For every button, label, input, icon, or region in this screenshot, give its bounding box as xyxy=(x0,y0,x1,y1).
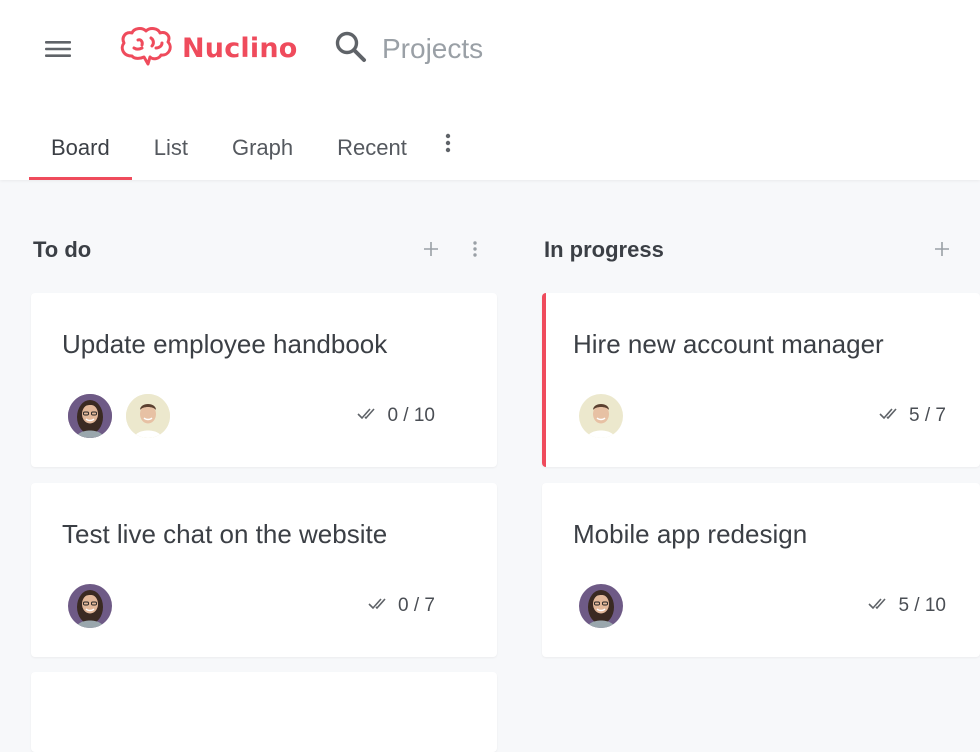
card-assignees xyxy=(579,584,623,628)
board-card[interactable]: Update employee handbook 0 / 10 xyxy=(31,293,497,467)
card-title: Mobile app redesign xyxy=(573,519,808,549)
column-header-todo: To do xyxy=(33,232,91,268)
card-assignees xyxy=(68,394,170,438)
card-title: Update employee handbook xyxy=(62,329,388,359)
progress-count: 0 / 10 xyxy=(387,405,435,426)
app-logo[interactable]: Nuclino xyxy=(118,26,298,70)
column-options-icon[interactable] xyxy=(463,237,487,261)
hamburger-menu-icon[interactable] xyxy=(40,34,76,64)
column-title: In progress xyxy=(544,237,664,262)
task-progress: 5 / 7 xyxy=(879,405,946,427)
app-name: Nuclino xyxy=(182,32,298,64)
card-title: Test live chat on the website xyxy=(62,519,388,549)
tab-label: Graph xyxy=(231,135,294,160)
board-card[interactable] xyxy=(31,672,497,752)
man-avatar[interactable] xyxy=(579,394,623,438)
workspace-name: Projects xyxy=(382,33,484,64)
woman-avatar[interactable] xyxy=(579,584,623,628)
tab-label: List xyxy=(153,135,188,160)
task-progress: 0 / 10 xyxy=(357,405,435,427)
tab-recent[interactable]: Recent xyxy=(315,116,429,180)
card-assignees xyxy=(579,394,623,438)
brain-icon xyxy=(118,26,174,71)
more-tabs-icon[interactable] xyxy=(433,116,463,170)
tab-list[interactable]: List xyxy=(132,116,210,180)
view-tabs: Board List Graph Recent xyxy=(29,116,463,180)
column-header-in-progress: In progress xyxy=(544,232,664,268)
top-bar: Nuclino Projects Board List Graph Recent xyxy=(0,0,980,180)
tab-label: Recent xyxy=(337,135,407,160)
progress-count: 0 / 7 xyxy=(398,595,435,616)
board-card[interactable]: Mobile app redesign 5 / 10 xyxy=(542,483,980,657)
tab-graph[interactable]: Graph xyxy=(210,116,315,180)
card-assignees xyxy=(68,584,112,628)
add-card-plus-icon[interactable] xyxy=(930,237,954,261)
woman-avatar[interactable] xyxy=(68,394,112,438)
board-card[interactable]: Hire new account manager 5 / 7 xyxy=(542,293,980,467)
task-progress: 5 / 10 xyxy=(868,595,946,617)
add-card-plus-icon[interactable] xyxy=(419,237,443,261)
search-icon[interactable] xyxy=(334,30,368,69)
tab-label: Board xyxy=(51,135,110,160)
double-check-icon xyxy=(368,595,390,617)
progress-count: 5 / 7 xyxy=(909,405,946,426)
progress-count: 5 / 10 xyxy=(898,595,946,616)
board-card[interactable]: Test live chat on the website 0 / 7 xyxy=(31,483,497,657)
double-check-icon xyxy=(879,405,901,427)
column-title: To do xyxy=(33,237,92,262)
double-check-icon xyxy=(357,405,379,427)
card-title: Hire new account manager xyxy=(573,329,884,359)
task-progress: 0 / 7 xyxy=(368,595,435,617)
woman-avatar[interactable] xyxy=(68,584,112,628)
double-check-icon xyxy=(868,595,890,617)
man-avatar[interactable] xyxy=(126,394,170,438)
tab-board[interactable]: Board xyxy=(29,116,132,180)
workspace-search[interactable]: Projects xyxy=(334,28,483,70)
